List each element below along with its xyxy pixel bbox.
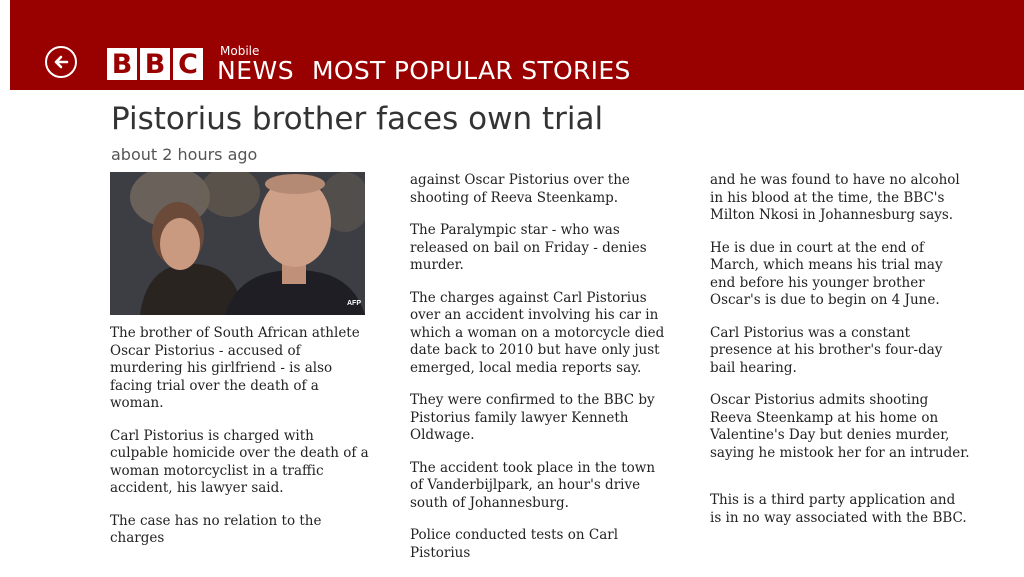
article-paragraph: Carl Pistorius is charged with culpable … xyxy=(110,427,369,497)
article-paragraph: He is due in court at the end of March, … xyxy=(710,239,943,309)
photo-agency-credit: AFP xyxy=(347,299,361,307)
article-paragraph: The charges against Carl Pistorius over … xyxy=(410,289,665,376)
article-timestamp: about 2 hours ago xyxy=(111,145,258,164)
article-paragraph: Carl Pistorius was a constant presence a… xyxy=(710,324,943,376)
back-button[interactable] xyxy=(45,46,77,78)
bbc-logo-letter: C xyxy=(173,48,203,80)
article-paragraph: against Oscar Pistorius over the shootin… xyxy=(410,172,630,206)
article-paragraph: The case has no relation to the charges xyxy=(110,512,322,547)
bbc-logo-letter: B xyxy=(107,48,137,80)
article-paragraph: Oscar Pistorius admits shooting Reeva St… xyxy=(710,392,970,461)
article-paragraph: The accident took place in the town of V… xyxy=(410,459,656,511)
article-paragraph: They were confirmed to the BBC by Pistor… xyxy=(410,392,655,443)
article-paragraph: and he was found to have no alcohol in h… xyxy=(710,172,960,223)
bbc-logo: B B C xyxy=(107,48,206,80)
back-arrow-icon xyxy=(54,55,69,69)
section-title: MOST POPULAR STORIES xyxy=(312,56,631,85)
article-headline: Pistorius brother faces own trial xyxy=(111,101,604,137)
app-header: B B C Mobile NEWS MOST POPULAR STORIES xyxy=(10,0,1024,90)
bbc-logo-letter: B xyxy=(140,48,170,80)
article-column-3: and he was found to have no alcohol in h… xyxy=(710,172,970,542)
article-paragraph: The brother of South African athlete Osc… xyxy=(110,325,360,411)
article-paragraph: The Paralympic star - who was released o… xyxy=(410,222,647,273)
article-column-2: against Oscar Pistorius over the shootin… xyxy=(410,172,670,577)
third-party-disclaimer: This is a third party application and is… xyxy=(710,492,967,526)
article-paragraph: Police conducted tests on Carl Pistorius xyxy=(410,527,619,561)
brand-news-label: NEWS xyxy=(217,56,295,85)
article-photo-graphic xyxy=(110,172,365,315)
article-photo: AFP xyxy=(110,172,365,315)
article-column-1: AFP The brother of South African athlete… xyxy=(110,172,370,563)
